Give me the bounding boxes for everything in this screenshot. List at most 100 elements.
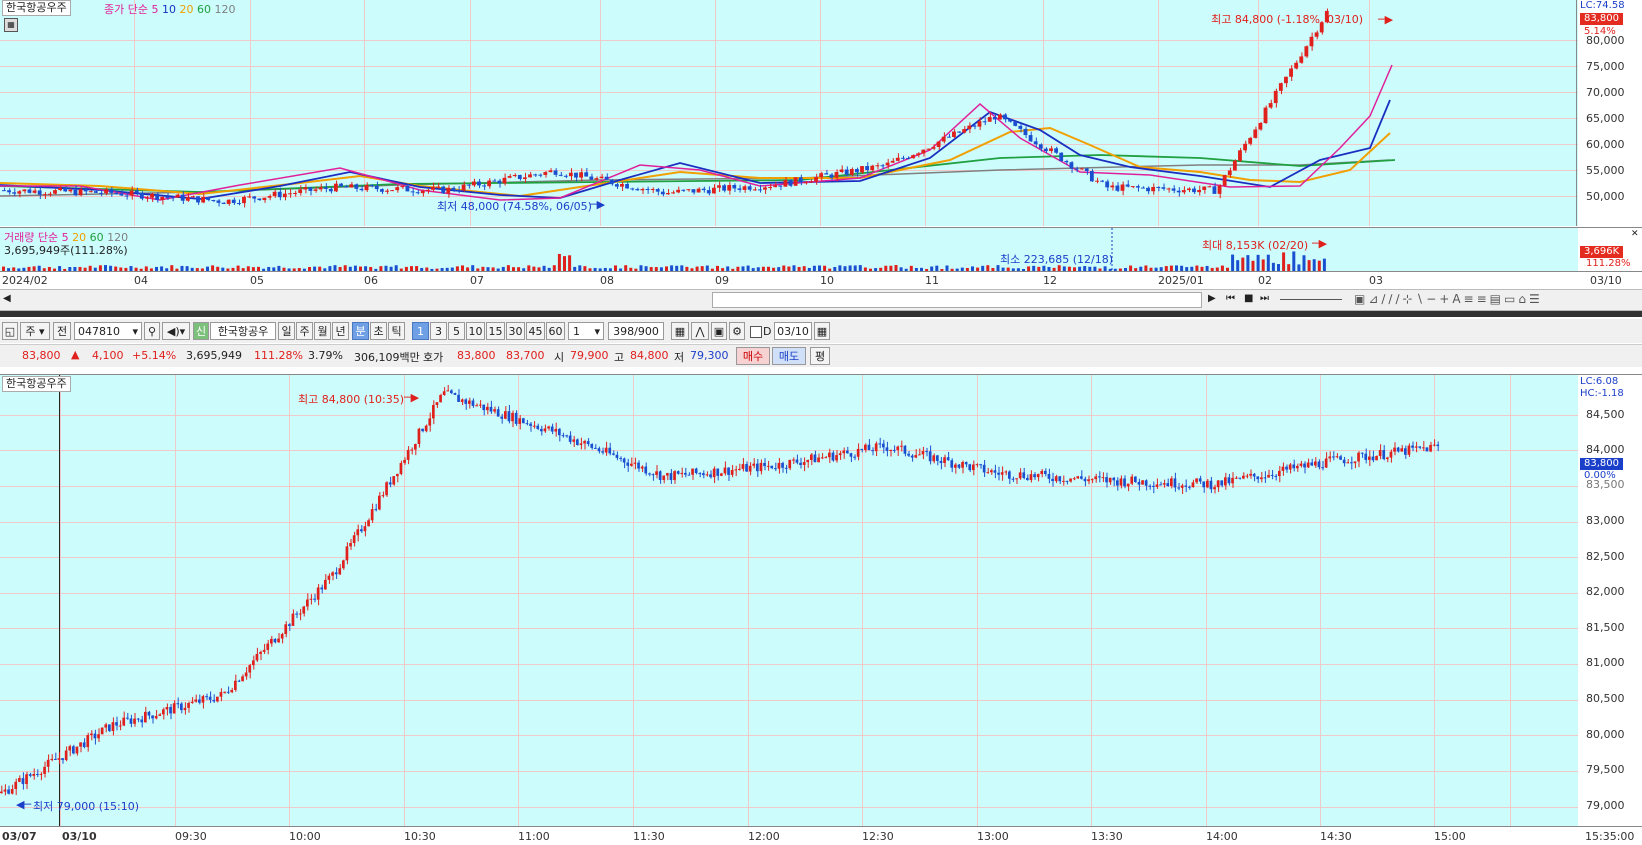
d-checkbox[interactable] (750, 326, 762, 338)
gear-icon[interactable]: ⚙ (729, 322, 745, 340)
candle-body (741, 464, 745, 469)
candle-body (757, 189, 762, 191)
high-price: 84,800 (630, 349, 669, 362)
candle-body (47, 193, 52, 195)
ask-price: 83,800 (457, 349, 496, 362)
minute-x-axis: 03/07 03/10 09:30 10:00 10:30 11:00 11:3… (0, 826, 1642, 845)
candle-body (835, 455, 838, 461)
candle-body (574, 172, 578, 178)
candle-body (1195, 478, 1198, 483)
scroll-right-icon[interactable]: ▶ (1208, 293, 1216, 304)
tab-year[interactable]: 년 (332, 322, 349, 340)
interval-1[interactable]: 1 (412, 322, 429, 340)
indicator-icon[interactable]: ▦ (671, 322, 689, 340)
interval-15[interactable]: 15 (486, 322, 505, 340)
buy-button[interactable]: 매수 (736, 347, 770, 365)
candle-body (890, 160, 895, 163)
tab-month[interactable]: 월 (314, 322, 331, 340)
candle-body (313, 189, 318, 191)
candle-body (906, 157, 910, 159)
tab-minute[interactable]: 분 (352, 322, 369, 340)
candle-body (456, 190, 461, 192)
candle-body (43, 766, 46, 774)
candle-body (349, 543, 352, 547)
layout-icon[interactable]: ◱ (2, 322, 18, 340)
candle-body (1130, 476, 1134, 484)
speaker-icon[interactable]: ◀)▾ (162, 322, 190, 340)
candle-body (280, 634, 284, 639)
candle-body (216, 200, 221, 203)
candle-body (359, 188, 364, 191)
candle-body (93, 191, 98, 193)
low-price: 79,300 (690, 349, 729, 362)
fast-forward-icon[interactable]: ⏭ (1260, 293, 1269, 304)
sell-button[interactable]: 매도 (772, 347, 806, 365)
tab-week[interactable]: 주 (296, 322, 313, 340)
volume-bar (1302, 255, 1306, 271)
daily-stock-name[interactable]: 한국항공우주 (2, 0, 71, 16)
drawing-tools[interactable]: ▣⊿∕∕∕⊹∖−+A≡≡▤▭⌂☰ (1354, 292, 1543, 306)
scrollbar-thumb[interactable] (712, 292, 1202, 308)
tab-second[interactable]: 초 (370, 322, 387, 340)
candle-body (1306, 462, 1310, 468)
scroll-left-icon[interactable]: ◀ (3, 293, 11, 304)
close-icon[interactable]: ✕ (1631, 229, 1639, 239)
candle-body (482, 404, 486, 411)
tab-day[interactable]: 일 (278, 322, 295, 340)
candle-body (175, 194, 180, 198)
volume-chart[interactable]: 거래량 단순 5 20 60 120 3,695,949주(111.28%) 최… (0, 227, 1578, 271)
candle-body (482, 185, 486, 187)
date-field[interactable]: 03/10 (774, 322, 812, 340)
candle-body (1115, 185, 1120, 191)
candle-body (1148, 485, 1152, 487)
candle-body (1382, 450, 1386, 460)
save-icon[interactable]: ▣ (711, 322, 727, 340)
candle-body (1018, 472, 1022, 479)
x-tick: 13:30 (1091, 830, 1123, 843)
eval-button[interactable]: 평 (810, 347, 830, 365)
interval-60[interactable]: 60 (546, 322, 565, 340)
turnover-rate: 3.79% (308, 349, 343, 362)
tab-tick[interactable]: 틱 (388, 322, 405, 340)
candle-body (1197, 189, 1202, 193)
count-select[interactable]: 1 ▾ (568, 322, 604, 340)
x-tick: 06 (364, 274, 378, 287)
candle-body (504, 411, 507, 419)
high-label: 고 (614, 351, 625, 364)
candle-body (176, 703, 180, 705)
chart-settings-icon[interactable]: ▦ (4, 18, 18, 32)
candle-body (1094, 476, 1098, 480)
period-select[interactable]: 주 ▾ (20, 322, 50, 340)
candle-body (1339, 456, 1342, 460)
interval-45[interactable]: 45 (526, 322, 545, 340)
candle-body (417, 428, 421, 444)
rewind-icon[interactable]: ⏮ (1226, 293, 1235, 304)
stock-name-field[interactable]: 한국항공우 (210, 322, 276, 340)
stock-code-input[interactable]: 047810 ▾ (74, 322, 142, 340)
minute-stock-name[interactable]: 한국항공우주 (2, 376, 71, 392)
interval-3[interactable]: 3 (430, 322, 447, 340)
candle-body (212, 699, 216, 702)
hoga-label: 호가 (423, 351, 444, 364)
daily-price-chart[interactable]: 최고 84,800 (-1.18%, 03/10) ─▶ 최저 48,000 (… (0, 0, 1578, 226)
candle-body (345, 546, 349, 561)
candle-body (73, 189, 78, 196)
zoom-slider[interactable] (1280, 299, 1342, 300)
candle-body (1166, 483, 1170, 487)
candle-body (900, 157, 905, 159)
interval-30[interactable]: 30 (506, 322, 525, 340)
trend-icon[interactable]: ⋀ (691, 322, 709, 340)
candle-body (385, 482, 388, 496)
candle-body (802, 462, 806, 465)
count-field[interactable]: 398/900 (608, 322, 664, 340)
prev-button[interactable]: 전 (53, 322, 71, 340)
calendar-icon[interactable]: ▦ (814, 322, 830, 340)
candle-body (1062, 480, 1065, 482)
search-icon[interactable]: ⚲ (144, 322, 160, 340)
interval-10[interactable]: 10 (466, 322, 485, 340)
interval-5[interactable]: 5 (448, 322, 465, 340)
candle-body (763, 187, 767, 190)
minute-price-chart[interactable]: 최고 84,800 (10:35) ─▶ ◀─ 최저 79,000 (15:10… (0, 374, 1578, 827)
stop-icon[interactable]: ■ (1244, 293, 1253, 304)
candle-body (1299, 463, 1303, 466)
